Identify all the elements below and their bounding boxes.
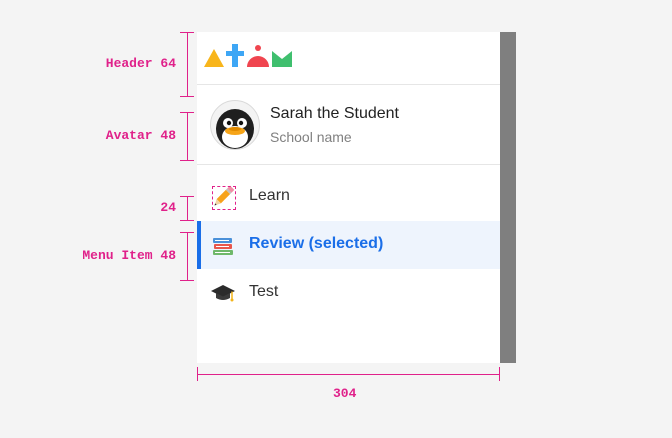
- menu-item-label: Test: [249, 283, 279, 300]
- graduation-cap-icon: [211, 285, 235, 302]
- menu-item-height-label: Menu Item 48: [82, 248, 176, 263]
- icon-size-guide: [212, 186, 236, 210]
- user-name: Sarah the Student: [270, 105, 399, 122]
- menu-item-review[interactable]: Review (selected): [197, 221, 500, 269]
- menu-item-learn[interactable]: Learn: [197, 173, 500, 221]
- school-name: School name: [270, 129, 352, 145]
- menu-item-label: Review (selected): [249, 235, 384, 252]
- avatar-height-label: Avatar 48: [105, 128, 176, 143]
- scrollbar[interactable]: [500, 32, 516, 363]
- books-icon: [213, 238, 233, 255]
- navigation-drawer: Sarah the Student School name Learn Revi…: [197, 32, 500, 363]
- width-label: 304: [333, 386, 357, 401]
- menu-item-label: Learn: [249, 187, 290, 204]
- profile-divider: [197, 164, 500, 165]
- selected-indicator: [197, 221, 201, 269]
- header-height-label: Header 64: [105, 56, 176, 71]
- penguin-icon: [216, 109, 254, 149]
- menu-item-test[interactable]: Test: [197, 269, 500, 317]
- header-divider: [197, 84, 500, 85]
- avatar[interactable]: [210, 100, 260, 150]
- atom-logo[interactable]: [204, 44, 294, 68]
- icon-size-label: 24: [160, 200, 176, 215]
